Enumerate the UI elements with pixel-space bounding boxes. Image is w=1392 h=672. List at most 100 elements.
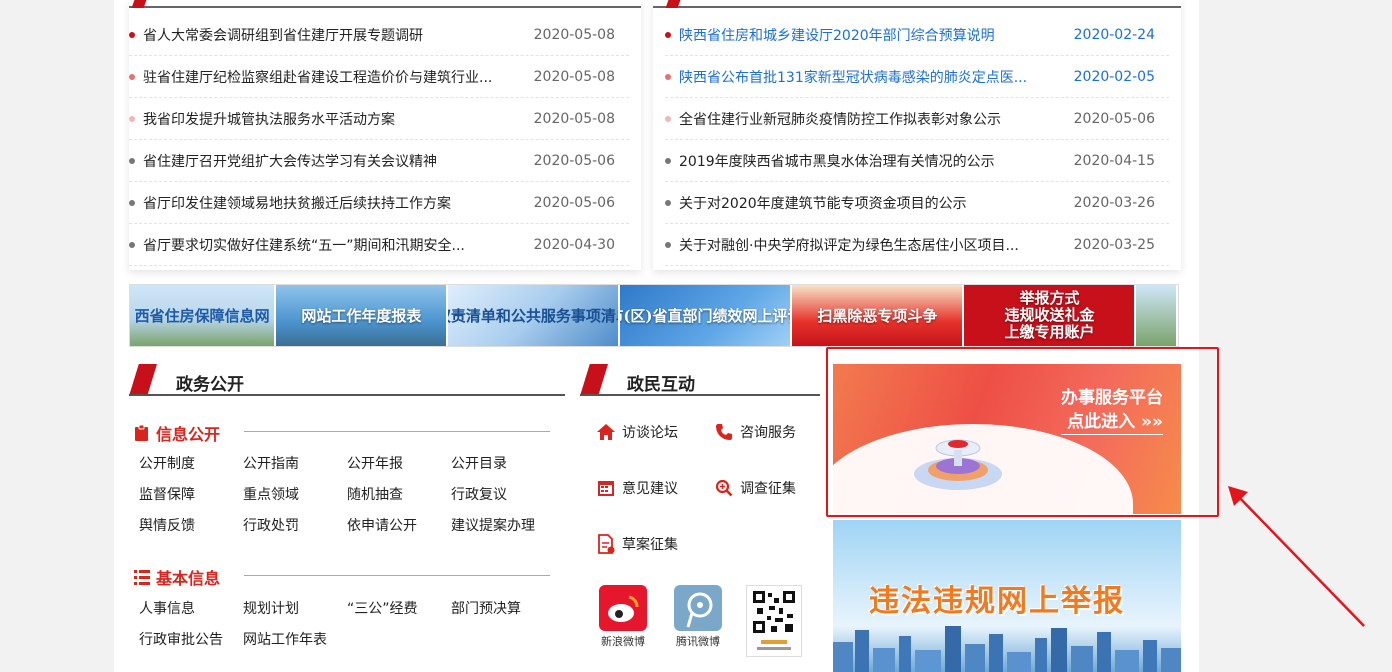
link-suggest[interactable]: 意见建议 (596, 478, 678, 498)
bullet-dot-icon (665, 241, 671, 248)
news-list-right: 陕西省住房和城乡建设厅2020年部门综合预算说明 2020-02-24 陕西省公布首… (665, 14, 1169, 266)
news-title[interactable]: 陕西省住房和城乡建设厅2020年部门综合预算说明 (679, 25, 1055, 45)
news-item[interactable]: 省厅要求切实做好住建系统“五一”期间和汛期安全... 2020-04-30 (129, 224, 629, 266)
bullet-dot-icon (665, 199, 671, 206)
news-date: 2020-05-06 (533, 152, 615, 169)
banner-strip: 西省住房保障信息网 网站工作年度报表 权责清单和公共服务事项清单 市(区)省直部… (129, 284, 1179, 347)
qr-code-icon (746, 585, 802, 657)
news-title[interactable]: 陕西省公布首批131家新型冠状病毒感染的肺炎定点医... (679, 67, 1055, 87)
bullet-dot-icon (129, 31, 135, 38)
news-title[interactable]: 关于对2020年度建筑节能专项资金项目的公示 (679, 193, 1055, 213)
section-rule (580, 394, 820, 396)
news-item[interactable]: 省住建厅召开党组扩大会传达学习有关会议精神 2020-05-06 (129, 140, 629, 182)
illegal-report-banner[interactable]: 违法违规网上举报 (833, 520, 1181, 672)
home-icon (596, 422, 616, 442)
clipboard-icon (135, 424, 148, 441)
news-item[interactable]: 驻省住建厅纪检监察组赴省建设工程造价价与建筑行业... 2020-05-08 (129, 56, 629, 98)
link-forum-label: 访谈论坛 (622, 425, 678, 441)
gov-link[interactable]: 公开制度 (139, 454, 243, 475)
news-title[interactable]: 驻省住建厅纪检监察组赴省建设工程造价价与建筑行业... (143, 67, 515, 87)
gov-link[interactable]: 重点领域 (243, 485, 347, 506)
section-title-interact: 政民互动 (627, 375, 695, 395)
news-title[interactable]: 关于对融创·中央学府拟评定为绿色生态居住小区项目... (679, 235, 1055, 255)
sina-weibo-label: 新浪微博 (601, 635, 645, 648)
banner-housing-security[interactable]: 西省住房保障信息网 (130, 285, 275, 346)
gov-link[interactable]: 网站工作年表 (243, 630, 347, 651)
gov-link[interactable]: 行政审批公告 (139, 630, 243, 651)
news-title[interactable]: 省人大常委会调研组到省住建厅开展专题调研 (143, 25, 515, 45)
news-title[interactable]: 省厅要求切实做好住建系统“五一”期间和汛期安全... (143, 235, 515, 255)
banner-next[interactable] (1136, 285, 1177, 346)
news-item[interactable]: 省厅印发住建领域易地扶贫搬迁后续扶持工作方案 2020-05-06 (129, 182, 629, 224)
subsection-rule (244, 431, 550, 432)
banner-power-list[interactable]: 权责清单和公共服务事项清单 (448, 285, 619, 346)
gov-link[interactable]: 公开目录 (451, 454, 555, 475)
gov-link[interactable]: “三公”经费 (347, 599, 451, 620)
section-flag (580, 364, 608, 396)
gov-link[interactable]: 人事信息 (139, 599, 243, 620)
link-consult[interactable]: 咨询服务 (714, 422, 796, 442)
news-title[interactable]: 2019年度陕西省城市黑臭水体治理有关情况的公示 (679, 151, 1055, 171)
gov-link[interactable]: 依申请公开 (347, 516, 451, 537)
bullet-dot-icon (665, 31, 671, 38)
calendar-icon (596, 478, 616, 498)
gov-link[interactable]: 规划计划 (243, 599, 347, 620)
bullet-dot-icon (665, 73, 671, 80)
news-item[interactable]: 全省住建行业新冠肺炎疫情防控工作拟表彰对象公示 2020-05-06 (665, 98, 1169, 140)
banner-report-method[interactable]: 举报方式 违规收送礼金 上缴专用账户 (964, 285, 1135, 346)
bullet-dot-icon (129, 157, 135, 164)
gov-link[interactable]: 行政处罚 (243, 516, 347, 537)
sina-weibo-icon (599, 585, 647, 631)
news-item[interactable]: 陕西省公布首批131家新型冠状病毒感染的肺炎定点医... 2020-02-05 (665, 56, 1169, 98)
news-title[interactable]: 全省住建行业新冠肺炎疫情防控工作拟表彰对象公示 (679, 109, 1055, 129)
illegal-report-text: 违法违规网上举报 (869, 584, 1125, 619)
section-rule (129, 394, 565, 396)
gov-link[interactable]: 监督保障 (139, 485, 243, 506)
bullet-dot-icon (665, 115, 671, 122)
news-date: 2020-02-05 (1073, 68, 1155, 85)
news-date: 2020-05-06 (533, 194, 615, 211)
section-header-gov: 政务公开 (129, 364, 565, 396)
gov-link[interactable]: 舆情反馈 (139, 516, 243, 537)
sina-weibo-link[interactable]: 新浪微博 (595, 585, 651, 649)
news-title[interactable]: 我省印发提升城管执法服务水平活动方案 (143, 109, 515, 129)
wechat-qr-code (746, 585, 802, 659)
news-item[interactable]: 省人大常委会调研组到省住建厅开展专题调研 2020-05-08 (129, 14, 629, 56)
banner-website-annual-report[interactable]: 网站工作年度报表 (276, 285, 447, 346)
link-survey[interactable]: 调查征集 (714, 478, 796, 498)
news-date: 2020-05-08 (533, 26, 615, 43)
panel-top-rule (129, 6, 641, 8)
news-date: 2020-03-25 (1073, 236, 1155, 253)
gov-link[interactable]: 随机抽查 (347, 485, 451, 506)
news-item[interactable]: 关于对融创·中央学府拟评定为绿色生态居住小区项目... 2020-03-25 (665, 224, 1169, 266)
news-panel-right: 陕西省住房和城乡建设厅2020年部门综合预算说明 2020-02-24 陕西省公布首… (653, 0, 1181, 270)
news-item[interactable]: 我省印发提升城管执法服务水平活动方案 2020-05-08 (129, 98, 629, 140)
document-icon (596, 534, 616, 554)
news-item[interactable]: 关于对2020年度建筑节能专项资金项目的公示 2020-03-26 (665, 182, 1169, 224)
gov-link[interactable]: 部门预决算 (451, 599, 555, 620)
link-forum[interactable]: 访谈论坛 (596, 422, 678, 442)
gov-link[interactable]: 行政复议 (451, 485, 555, 506)
list-icon (134, 570, 150, 585)
link-consult-label: 咨询服务 (740, 425, 796, 441)
news-item[interactable]: 陕西省住房和城乡建设厅2020年部门综合预算说明 2020-02-24 (665, 14, 1169, 56)
gov-link[interactable]: 建议提案办理 (451, 516, 555, 537)
bullet-dot-icon (129, 73, 135, 80)
section-flag (129, 364, 157, 396)
gov-link[interactable]: 公开年报 (347, 454, 451, 475)
news-date: 2020-05-06 (1073, 110, 1155, 127)
tencent-weibo-link[interactable]: 腾讯微博 (670, 585, 726, 649)
news-title[interactable]: 省厅印发住建领域易地扶贫搬迁后续扶持工作方案 (143, 193, 515, 213)
banner-anti-crime[interactable]: 扫黑除恶专项斗争 (792, 285, 963, 346)
banner-performance-review[interactable]: 市(区)省直部门绩效网上评议 (620, 285, 791, 346)
phone-icon (714, 422, 734, 442)
gov-link[interactable]: 公开指南 (243, 454, 347, 475)
news-date: 2020-02-24 (1073, 26, 1155, 43)
news-item[interactable]: 2019年度陕西省城市黑臭水体治理有关情况的公示 2020-04-15 (665, 140, 1169, 182)
news-title[interactable]: 省住建厅召开党组扩大会传达学习有关会议精神 (143, 151, 515, 171)
link-draft[interactable]: 草案征集 (596, 534, 678, 554)
subsection-basic-label: 基本信息 (156, 569, 221, 588)
banner-report-line2: 违规收送礼金 (1004, 306, 1095, 324)
tencent-weibo-label: 腾讯微博 (676, 635, 720, 648)
panel-top-rule (653, 6, 1181, 8)
